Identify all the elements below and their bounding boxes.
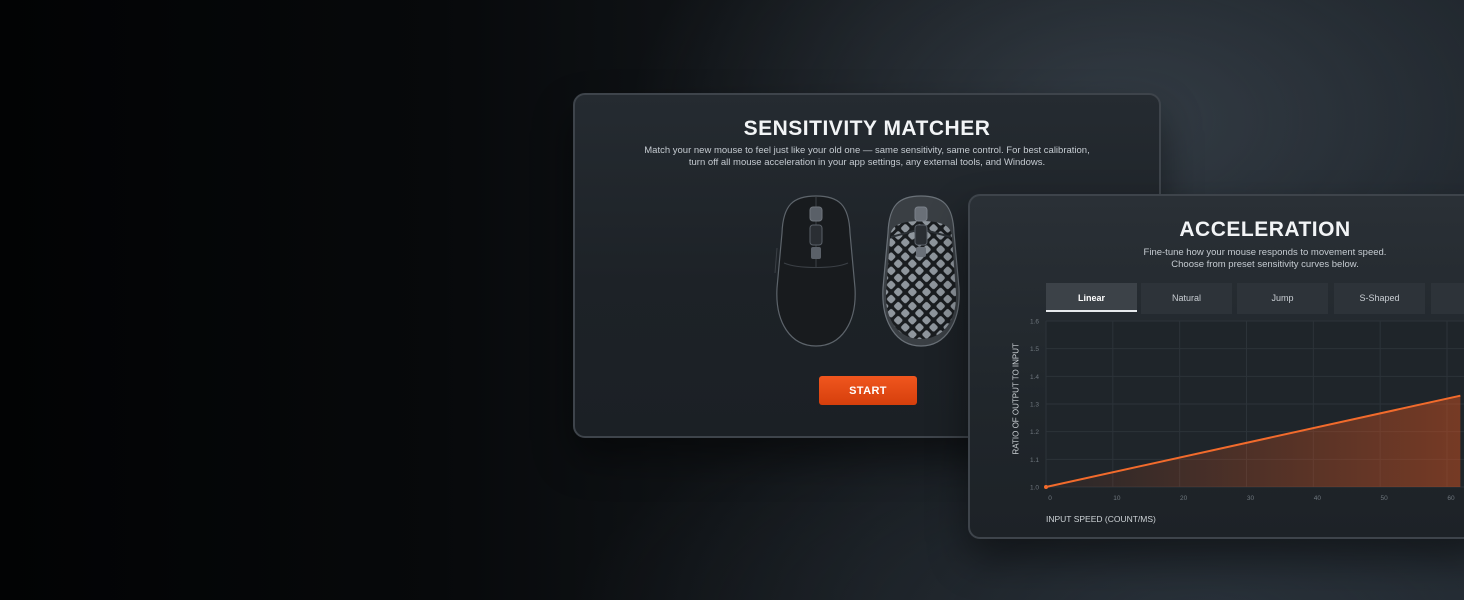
- tab-jump[interactable]: Jump: [1237, 283, 1328, 314]
- old-mouse-image: [774, 195, 856, 347]
- new-mouse-image: [882, 195, 960, 347]
- x-tick-label: 20: [1180, 495, 1188, 502]
- acceleration-title: ACCELERATION: [1179, 218, 1351, 241]
- x-tick-label: 0: [1048, 495, 1052, 502]
- tab-natural[interactable]: Natural: [1141, 283, 1232, 314]
- acceleration-description: Fine-tune how your mouse responds to mov…: [970, 247, 1464, 271]
- tab-p[interactable]: P: [1431, 283, 1464, 314]
- sensitivity-desc-line2: turn off all mouse acceleration in your …: [688, 157, 1046, 168]
- y-tick-label: 1.0: [1030, 485, 1039, 492]
- x-tick-label: 40: [1314, 495, 1322, 502]
- y-tick-label: 1.6: [1030, 319, 1039, 326]
- sensitivity-desc-line1: Match your new mouse to feel just like y…: [644, 145, 1090, 156]
- tab-s-shaped[interactable]: S-Shaped: [1334, 283, 1425, 314]
- acceleration-panel: ACCELERATION Fine-tune how your mouse re…: [968, 194, 1464, 539]
- x-tick-label: 50: [1381, 495, 1389, 502]
- y-tick-label: 1.3: [1030, 402, 1039, 409]
- sensitivity-description: Match your new mouse to feel just like y…: [595, 145, 1139, 169]
- x-axis-label: INPUT SPEED (COUNT/MS): [1046, 514, 1156, 524]
- curve-point: [1044, 485, 1048, 489]
- x-tick-label: 10: [1113, 495, 1121, 502]
- start-button[interactable]: START: [819, 376, 917, 405]
- y-tick-label: 1.1: [1030, 457, 1039, 464]
- y-tick-label: 1.2: [1030, 429, 1039, 436]
- x-ticks: 0 10 20 30 40 50 60: [1048, 495, 1455, 502]
- x-tick-label: 30: [1247, 495, 1255, 502]
- acceleration-chart: 1.0 1.1 1.2 1.3 1.4 1.5 1.6 0 10 20 30 40 50 60: [1030, 319, 1464, 502]
- y-axis-label: RATIO OF OUTPUT TO INPUT: [1011, 343, 1021, 455]
- y-tick-label: 1.4: [1030, 374, 1039, 381]
- acceleration-desc-line1: Fine-tune how your mouse responds to mov…: [1143, 247, 1387, 258]
- tab-linear[interactable]: Linear: [1046, 283, 1137, 312]
- y-tick-label: 1.5: [1030, 346, 1039, 353]
- acceleration-desc-line2: Choose from preset sensitivity curves be…: [1171, 259, 1359, 270]
- x-tick-label: 60: [1447, 495, 1455, 502]
- y-ticks: 1.0 1.1 1.2 1.3 1.4 1.5 1.6: [1030, 319, 1039, 492]
- sensitivity-title: SENSITIVITY MATCHER: [743, 117, 991, 140]
